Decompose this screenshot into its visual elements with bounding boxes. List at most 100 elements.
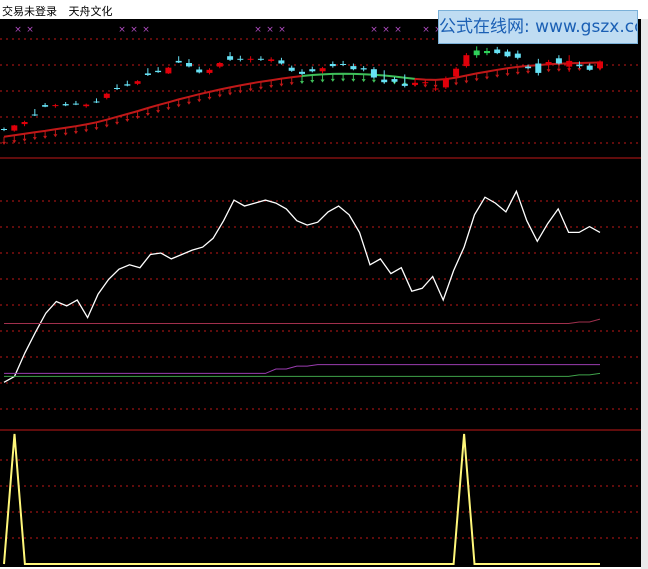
candle-body: [206, 69, 213, 73]
candle-body: [484, 51, 490, 54]
stop-arrow-head: [556, 68, 561, 72]
stop-arrow-head: [63, 132, 68, 136]
stop-arrow-head: [341, 78, 346, 82]
candle-body: [401, 83, 408, 86]
stop-arrow-head: [176, 104, 181, 108]
candle-body: [11, 125, 18, 131]
candle-body: [72, 103, 79, 105]
candle-body: [114, 88, 120, 89]
stop-arrow-head: [53, 134, 58, 138]
candle-body: [319, 68, 326, 72]
candle-body: [288, 67, 295, 71]
candle-body: [21, 122, 28, 125]
candle-body: [576, 64, 583, 67]
stop-arrow-head: [361, 79, 366, 83]
candle-body: [370, 69, 377, 78]
candle-body: [247, 58, 254, 60]
chart-window: 交易未登录 天舟文化 ××××××××××××××××× 公式在线网: www.…: [0, 0, 648, 569]
candle-body: [299, 71, 305, 74]
candle-body: [514, 53, 521, 58]
stop-arrow-head: [2, 141, 6, 145]
stop-arrow-head: [320, 79, 325, 83]
candle-body: [155, 70, 162, 73]
stop-line: [3, 75, 303, 138]
marker-x: ×: [254, 25, 262, 35]
candle-body: [278, 60, 285, 64]
stop-arrow-head: [515, 71, 520, 75]
stop-arrow-head: [186, 101, 191, 105]
candle-body: [360, 68, 367, 70]
candle-body: [144, 73, 151, 75]
stop-arrow-head: [94, 127, 99, 131]
candle-body: [350, 66, 357, 70]
oscillator-series-line: [4, 318, 601, 324]
stop-arrow-head: [197, 99, 202, 103]
candle-body: [597, 61, 603, 69]
candle-body: [124, 84, 131, 86]
candle-body: [268, 59, 275, 61]
stop-arrow-head: [135, 116, 140, 120]
stop-arrow-head: [22, 138, 27, 142]
oscillator-series-line: [4, 364, 600, 374]
candle-body: [165, 67, 172, 74]
stop-arrow-head: [279, 83, 284, 87]
stop-arrow-head: [258, 86, 263, 90]
candle-body: [535, 63, 542, 73]
candle-body: [52, 105, 59, 107]
candle-body: [391, 79, 398, 82]
candle-body: [83, 104, 90, 107]
stop-arrow-head: [371, 79, 376, 83]
candle-body: [586, 65, 593, 70]
marker-x: ×: [26, 25, 34, 35]
right-border: [641, 19, 648, 569]
stop-arrow-head: [156, 110, 161, 114]
stop-arrow-head: [125, 118, 130, 122]
candle-body: [257, 58, 264, 60]
marker-x: ×: [130, 25, 138, 35]
stop-line: [301, 72, 416, 80]
candle-body: [175, 60, 182, 63]
marker-x: ×: [142, 25, 150, 35]
candle-body: [309, 69, 316, 72]
candle-body: [525, 66, 532, 69]
stop-arrow-head: [577, 68, 582, 71]
candle-body: [432, 88, 439, 90]
candle-body: [31, 114, 38, 116]
candle-body: [237, 58, 244, 60]
stop-arrow-head: [166, 107, 171, 111]
stop-arrow-head: [474, 78, 479, 82]
oscillator-series-line: [3, 189, 601, 383]
stop-arrow-head: [526, 70, 531, 74]
stop-arrow-head: [145, 112, 150, 116]
stop-arrow-head: [330, 78, 335, 82]
stop-arrow-head: [269, 85, 274, 89]
stop-arrow-head: [228, 92, 233, 96]
stop-arrow-head: [495, 74, 500, 78]
stop-arrow-head: [115, 121, 120, 125]
candle-body: [566, 60, 573, 67]
stock-name-label: 天舟文化: [68, 5, 113, 18]
stop-arrow-head: [351, 78, 356, 82]
marker-x: ×: [14, 25, 22, 35]
watermark-badge: 公式在线网: www.gszx.com.cn: [438, 10, 638, 44]
stop-arrow-head: [217, 94, 222, 98]
stop-arrow-head: [454, 82, 459, 86]
stop-arrow-head: [484, 76, 489, 80]
indicator-chart-svg[interactable]: ×××××××××××××××××: [0, 19, 641, 567]
candle-body: [422, 82, 429, 84]
stop-arrow-head: [238, 90, 243, 94]
marker-x: ×: [422, 25, 430, 35]
stop-arrow-head: [32, 137, 37, 141]
marker-x: ×: [278, 25, 286, 35]
candle-body: [134, 81, 141, 84]
candle-body: [473, 50, 480, 56]
candle-body: [62, 104, 69, 106]
candle-body: [545, 62, 552, 65]
marker-x: ×: [118, 25, 126, 35]
candle-body: [340, 64, 347, 65]
marker-x: ×: [370, 25, 378, 35]
stop-arrow-head: [73, 131, 78, 135]
candle-body: [186, 63, 192, 67]
stop-arrow-head: [104, 124, 109, 128]
marker-x: ×: [266, 25, 274, 35]
